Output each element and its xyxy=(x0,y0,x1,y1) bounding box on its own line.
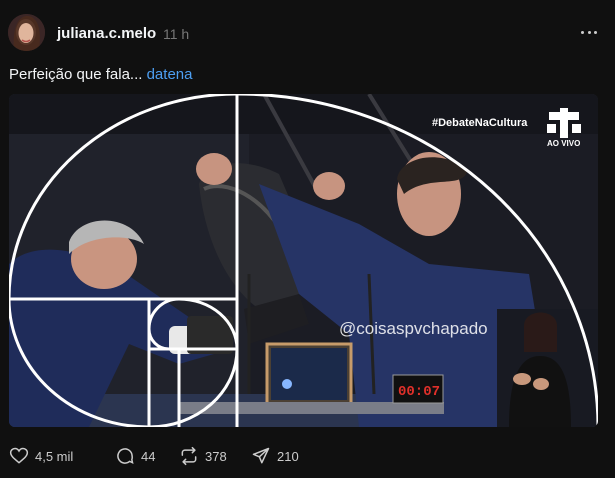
caption-tag-link[interactable]: datena xyxy=(147,66,193,83)
heart-icon xyxy=(9,447,29,464)
share-count: 210 xyxy=(277,448,299,464)
watermark-text: @coisaspvchapado xyxy=(339,319,488,338)
debate-timer: 00:07 xyxy=(398,384,440,400)
like-button[interactable]: 4,5 mil xyxy=(9,444,73,468)
caption-text: Perfeição que fala... xyxy=(9,66,147,83)
repost-count: 378 xyxy=(205,448,227,464)
avatar[interactable] xyxy=(8,14,45,51)
comment-bubble-icon xyxy=(117,448,134,464)
interpreter-figure xyxy=(497,309,598,427)
send-icon xyxy=(252,447,270,464)
comment-button[interactable]: 44 xyxy=(115,444,155,468)
post-header: juliana.c.melo 11 h xyxy=(0,0,615,66)
post-action-bar: 4,5 mil 44 378 210 xyxy=(0,440,615,470)
comment-count: 44 xyxy=(141,448,156,464)
hashtag-overlay: #DebateNaCultura xyxy=(432,117,528,129)
more-horizontal-icon[interactable] xyxy=(581,24,597,40)
like-count: 4,5 mil xyxy=(35,448,74,464)
live-label: AO VIVO xyxy=(547,139,580,148)
share-button[interactable]: 210 xyxy=(251,444,299,468)
repost-icon xyxy=(181,446,197,466)
post-caption: Perfeição que fala... datena xyxy=(9,66,192,83)
post-media[interactable]: #DebateNaCultura AO VIVO @coisaspvchapad… xyxy=(9,94,598,427)
post-timestamp: 11 h xyxy=(163,26,190,42)
repost-button[interactable]: 378 xyxy=(179,444,227,468)
username[interactable]: juliana.c.melo xyxy=(57,25,156,42)
